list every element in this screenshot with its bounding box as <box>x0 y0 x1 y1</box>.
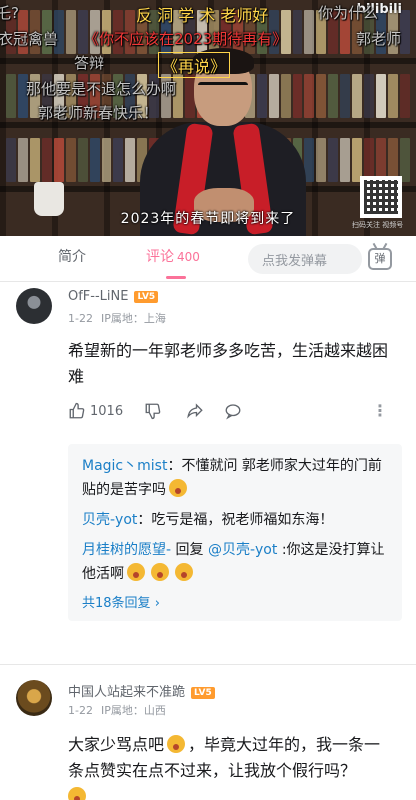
book-spine <box>340 74 351 118</box>
danmaku-comment: 郭老师 <box>356 30 402 48</box>
thumbs-up-icon <box>69 402 85 419</box>
reply-item: 月桂树的愿望- 回复 @贝壳-yot :你这是没打算让他活啊 <box>82 538 388 586</box>
tab-intro[interactable]: 简介 <box>58 246 86 266</box>
comment-text: 大家少骂点吧 ，毕竟大过年的，我一条一条点赞实在点不过来，让我放个假行吗？ <box>68 732 396 800</box>
danmaku-comment: 反 洞 学 术 老师好 <box>136 6 269 25</box>
share-icon <box>187 403 203 419</box>
comment-text: 希望新的一年郭老师多多吃苦，生活越来越困难 <box>68 341 389 386</box>
emoji-icon <box>68 787 86 800</box>
avatar[interactable] <box>16 680 52 716</box>
danmaku-input[interactable]: 点我发弹幕 <box>248 244 362 274</box>
book-spine <box>316 74 327 118</box>
more-options-icon[interactable]: ⋮ <box>372 402 388 420</box>
danmaku-comment: 那他要是不退怎么办啊 <box>26 80 177 98</box>
level-badge: LV5 <box>191 687 215 699</box>
emoji-icon <box>175 563 193 581</box>
comment-ip: IP属地：山西 <box>100 704 166 717</box>
book-spine <box>65 10 76 54</box>
emoji-icon <box>127 563 145 581</box>
chevron-right-icon: › <box>154 596 160 611</box>
comment-ip: IP属地：上海 <box>100 312 166 325</box>
danmaku-comment: 郭老师新春快乐！ <box>38 104 159 122</box>
danmaku-comment: 衣冠禽兽 <box>0 30 59 48</box>
book-spine <box>340 138 351 182</box>
book-spine <box>77 138 88 182</box>
dislike-button[interactable] <box>144 402 162 420</box>
comment-meta: 1-22 IP属地：山西 <box>68 702 174 718</box>
emoji-icon <box>151 563 169 581</box>
reply-text: 回复 <box>171 542 208 558</box>
emoji-icon <box>167 735 186 753</box>
book-spine <box>399 74 410 118</box>
book-spine <box>6 138 16 182</box>
tab-comments-label: 评论 <box>146 249 174 265</box>
comment-date: 1-22 <box>68 704 93 717</box>
view-more-replies-link[interactable]: 共18条回复 › <box>82 592 388 611</box>
reply-preview-box[interactable]: Magic丶mist：不懂就问 郭老师家大过年的门前贴的是苦字吗 贝壳-yot：… <box>68 444 402 621</box>
book-spine <box>6 74 16 118</box>
reply-button[interactable] <box>224 402 242 420</box>
book-spine <box>328 74 339 118</box>
tab-comments[interactable]: 评论 400 <box>146 246 200 266</box>
book-spine <box>29 138 40 182</box>
username-text: 中国人站起来不准跪 <box>68 685 186 700</box>
book-spine <box>388 74 398 118</box>
reply-mention[interactable]: @贝壳-yot <box>208 542 277 558</box>
comment-username[interactable]: OfF--LiNE LV5 <box>68 289 159 304</box>
emoji-icon <box>169 479 187 497</box>
reply-username[interactable]: Magic丶mist <box>82 458 167 474</box>
book-spine <box>352 74 363 118</box>
share-button[interactable] <box>186 402 204 420</box>
tab-bar: 简介 评论 400 点我发弹幕 弹 <box>0 236 416 282</box>
divider <box>0 664 416 665</box>
danmaku-comment: 乇? <box>0 4 19 22</box>
book-spine <box>113 138 124 182</box>
book-spine <box>41 138 52 182</box>
danmaku-comment: 答辩 <box>74 54 105 72</box>
active-tab-indicator <box>166 276 186 279</box>
book-spine <box>17 138 28 182</box>
danmaku-comment: 《你不应该在2023期待再有》 <box>84 30 288 48</box>
book-spine <box>65 138 76 182</box>
reply-item: 贝壳-yot：吃亏是福，祝老师福如东海！ <box>82 508 388 532</box>
book-spine <box>376 74 386 118</box>
comment-date: 1-22 <box>68 312 93 325</box>
thumbs-down-icon <box>145 403 161 420</box>
comment-text-part: 大家少骂点吧 <box>68 735 165 754</box>
book-spine <box>53 138 64 182</box>
more-replies-label: 共18条回复 <box>82 596 151 611</box>
book-spine <box>364 74 375 118</box>
comment-meta: 1-22 IP属地：上海 <box>68 310 174 326</box>
book-spine <box>89 138 100 182</box>
like-count: 1016 <box>90 403 124 419</box>
video-subtitle: 2023年的春节即将到来了 <box>120 211 296 227</box>
video-player[interactable]: 扫码关注 视频号 bilibili 乇? 反 洞 学 术 老师好 你为什么 衣冠… <box>0 0 416 236</box>
comment-username[interactable]: 中国人站起来不准跪 LV5 <box>68 681 215 700</box>
danmaku-toggle-button[interactable]: 弹 <box>368 248 392 270</box>
comment-actions: 1016 ⋮ <box>68 402 398 424</box>
reply-item: Magic丶mist：不懂就问 郭老师家大过年的门前贴的是苦字吗 <box>82 454 388 502</box>
danmaku-comment: 《再说》 <box>158 52 231 78</box>
reply-username[interactable]: 月桂树的愿望- <box>82 542 171 558</box>
danmaku-comment: 你为什么 <box>318 4 379 22</box>
level-badge: LV5 <box>134 291 159 303</box>
book-spine <box>101 138 112 182</box>
book-spine <box>328 138 339 182</box>
reply-username[interactable]: 贝壳-yot <box>82 512 137 528</box>
book-spine <box>316 138 327 182</box>
avatar[interactable] <box>16 288 52 324</box>
username-text: OfF--LiNE <box>68 289 129 304</box>
chat-bubble-icon <box>225 404 241 420</box>
tab-comments-count: 400 <box>177 250 200 264</box>
reply-text: ：吃亏是福，祝老师福如东海！ <box>137 512 334 528</box>
like-button[interactable]: 1016 <box>68 402 123 420</box>
